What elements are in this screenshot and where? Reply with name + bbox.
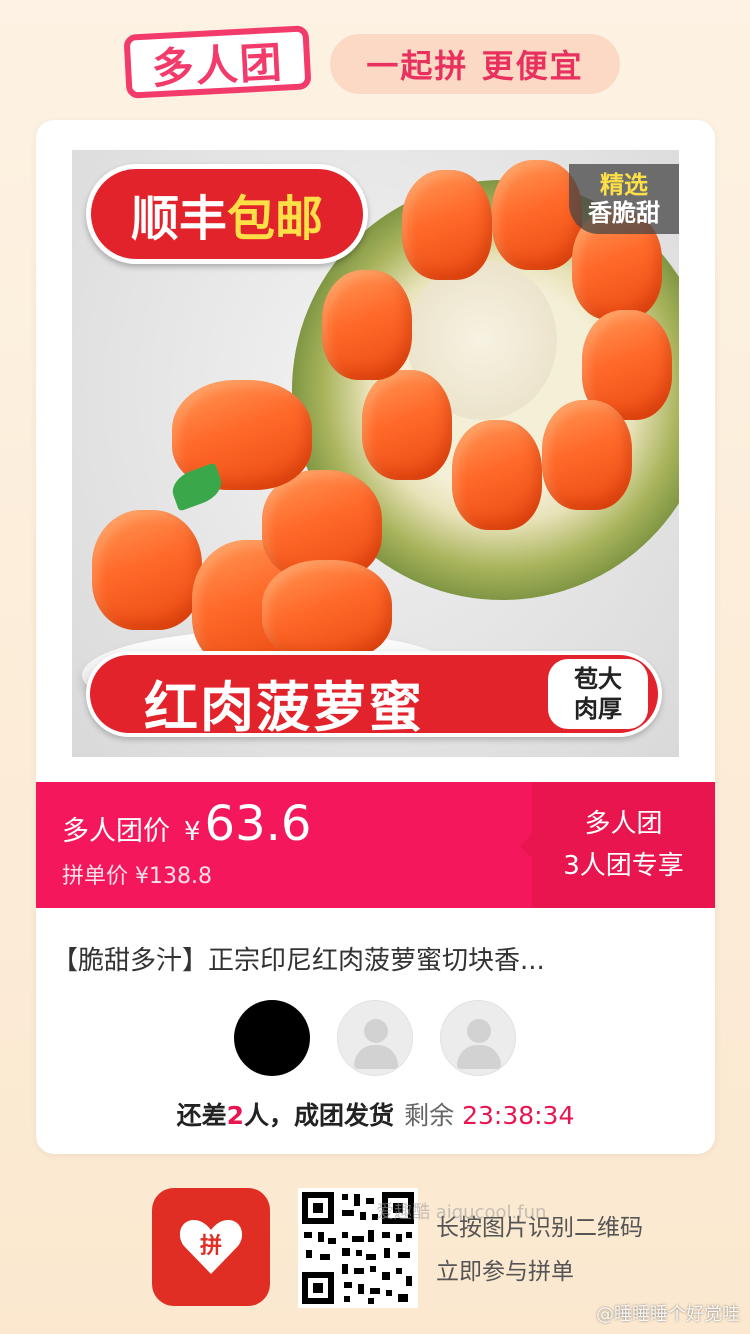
jackfruit-pod <box>402 170 492 280</box>
jackfruit-pod <box>92 510 202 630</box>
group-price-label: 多人团价 <box>62 816 170 847</box>
group-status: 还差2人，成团发货 剩余 23:38:34 <box>36 1096 715 1132</box>
logo-text: 多人团 <box>150 37 285 93</box>
select-tag-line1: 精选 <box>600 171 648 199</box>
slogan-text: 一起拼 更便宜 <box>366 47 584 85</box>
select-tag-line2: 香脆甜 <box>588 199 660 227</box>
jackfruit-pod <box>452 420 542 530</box>
footer-line1: 长按图片识别二维码 <box>436 1215 643 1241</box>
feature-tag: 苞大 肉厚 <box>548 659 648 729</box>
group-type-label: 多人团 <box>584 809 663 839</box>
weibo-watermark: @睡睡睡个好觉哇 <box>596 1304 740 1325</box>
group-size-label: 3人团专享 <box>563 851 684 881</box>
app-icon-text: 拼 <box>199 1234 222 1259</box>
price-block: 多人团价 ¥ 63.6 拼单价 ¥138.8 <box>62 796 311 890</box>
free-shipping-badge: 顺丰 包邮 <box>86 164 368 264</box>
shipping-badge-text-1: 顺丰 <box>130 191 227 247</box>
participant-avatars <box>234 1000 524 1078</box>
original-price-value: ¥138.8 <box>135 864 212 889</box>
product-name-text: 红肉菠萝蜜 <box>144 676 424 739</box>
footer-instructions: 长按图片识别二维码 立即参与拼单 <box>436 1206 643 1294</box>
mint-leaf-illustration <box>167 462 227 512</box>
empty-avatar-icon <box>337 1000 413 1076</box>
group-buy-card[interactable]: 顺丰 包邮 精选 香脆甜 红肉菠萝蜜 苞大 肉厚 多人团价 ¥ 63.6 拼单价… <box>36 120 715 1154</box>
empty-avatar-icon <box>440 1000 516 1076</box>
jackfruit-pod <box>542 400 632 510</box>
product-name-banner: 红肉菠萝蜜 苞大 肉厚 <box>86 651 662 739</box>
original-price-label: 拼单价 <box>62 864 129 889</box>
group-logo: 多人团 <box>123 25 312 99</box>
product-title[interactable]: 【脆甜多汁】正宗印尼红肉菠萝蜜切块香... <box>52 940 702 977</box>
status-prefix: 还差 <box>176 1101 227 1130</box>
price-bar: 多人团价 ¥ 63.6 拼单价 ¥138.8 多人团 3人团专享 <box>36 782 715 908</box>
group-price-value: 63.6 <box>204 796 312 852</box>
slogan-pill: 一起拼 更便宜 <box>330 34 620 94</box>
product-image[interactable]: 顺丰 包邮 精选 香脆甜 红肉菠萝蜜 苞大 肉厚 <box>72 150 679 757</box>
jackfruit-pod <box>322 270 412 380</box>
status-suffix: 人，成团发货 <box>244 1101 395 1130</box>
pinduoduo-app-icon: 拼 <box>152 1188 270 1306</box>
jackfruit-pod <box>262 560 392 660</box>
feature-tag-line1: 苞大 <box>574 665 622 693</box>
currency-symbol: ¥ <box>184 817 201 847</box>
jackfruit-pod <box>362 370 452 480</box>
countdown-timer: 23:38:34 <box>462 1101 575 1130</box>
group-type-tag: 多人团 3人团专享 <box>520 782 715 908</box>
select-tag: 精选 香脆甜 <box>569 164 679 234</box>
status-remaining-count: 2 <box>226 1101 245 1130</box>
header: 多人团 一起拼 更便宜 <box>123 25 625 100</box>
footer-line2: 立即参与拼单 <box>436 1259 574 1285</box>
avatar <box>234 1000 310 1076</box>
feature-tag-line2: 肉厚 <box>574 695 622 723</box>
remaining-label: 剩余 <box>404 1101 455 1130</box>
shipping-badge-text-2: 包邮 <box>227 191 324 247</box>
